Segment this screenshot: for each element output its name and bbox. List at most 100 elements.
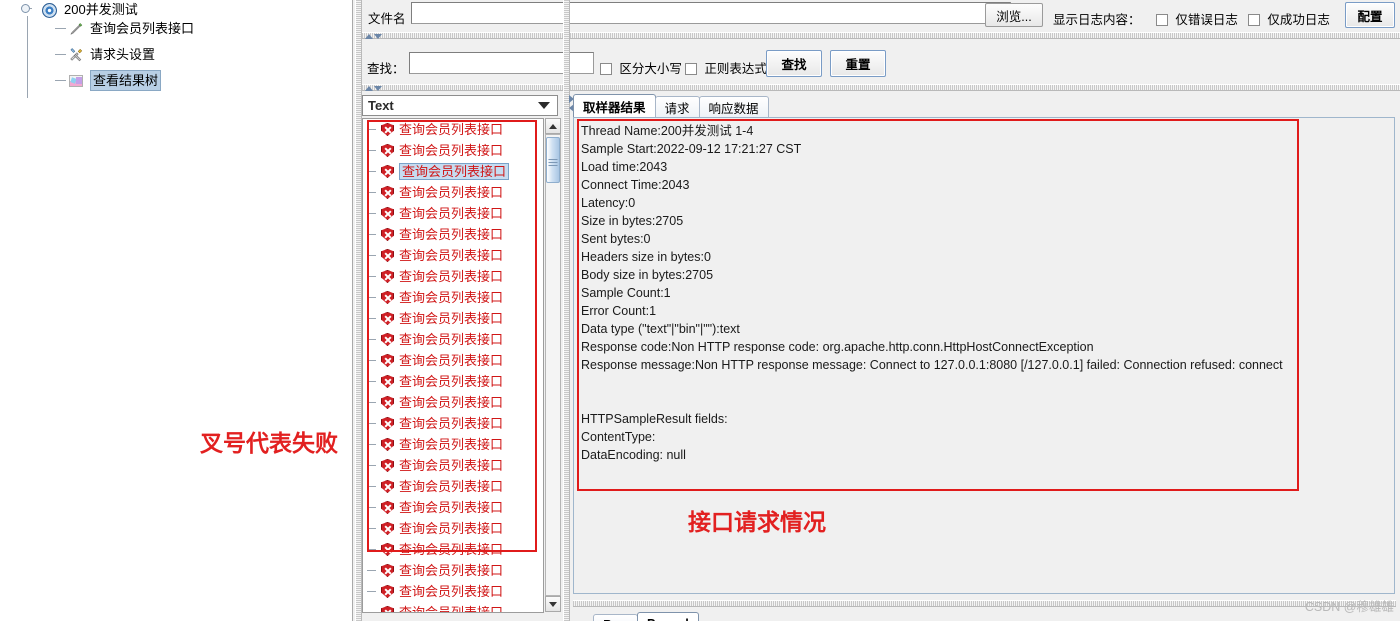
tab-1[interactable]: 请求 [654, 96, 700, 117]
result-list-item[interactable]: 查询会员列表接口 [363, 161, 543, 182]
checkbox-box[interactable] [685, 63, 697, 75]
sampler-result-line: Connect Time:2043 [581, 178, 690, 192]
bottom-tab-1[interactable]: Parsed [637, 612, 699, 621]
result-list-item[interactable]: 查询会员列表接口 [363, 539, 543, 560]
app-window: 200并发测试 查询会员列表接口 请求头设置 查看结果树 文件名 浏览... 显… [0, 0, 1400, 621]
tab-2[interactable]: 响应数据 [698, 96, 769, 117]
find-button[interactable]: 查找 [766, 50, 822, 77]
tree-guide-line [27, 16, 28, 98]
splitter-collapse-arrows[interactable] [365, 33, 383, 41]
result-list-item[interactable]: 查询会员列表接口 [363, 203, 543, 224]
result-list-item[interactable]: 查询会员列表接口 [363, 434, 543, 455]
sampler-result-line: Thread Name:200并发测试 1-4 [581, 124, 754, 138]
filename-input[interactable] [411, 2, 1011, 24]
render-selector-value: Text [368, 98, 394, 113]
annotation-failure-note: 叉号代表失败 [200, 431, 338, 457]
chevron-down-icon [538, 102, 550, 109]
result-list-item[interactable]: 查询会员列表接口 [363, 329, 543, 350]
result-list-item-label: 查询会员列表接口 [399, 395, 504, 410]
result-list-item-label: 查询会员列表接口 [399, 437, 504, 452]
error-shield-icon [381, 501, 394, 514]
error-shield-icon [381, 543, 394, 556]
result-list-item[interactable]: 查询会员列表接口 [363, 119, 543, 140]
tree-node-http-sampler[interactable]: 查询会员列表接口 [68, 19, 194, 38]
sampler-result-line: Data type ("text"|"bin"|""):text [581, 322, 740, 336]
results-list[interactable]: 查询会员列表接口 查询会员列表接口 查询会员列表接口 查询会员列表接口 查询会员列表接口… [362, 118, 544, 613]
detail-tabs[interactable]: 取样器结果 请求 响应数据 [573, 94, 769, 117]
panel-splitter-vertical[interactable] [355, 0, 362, 621]
test-plan-tree[interactable]: 200并发测试 查询会员列表接口 请求头设置 查看结果树 [0, 0, 344, 621]
result-list-item[interactable]: 查询会员列表接口 [363, 413, 543, 434]
tree-node-view-results-tree[interactable]: 查看结果树 [68, 70, 162, 91]
checkbox-box[interactable] [1248, 14, 1260, 26]
result-list-item[interactable]: 查询会员列表接口 [363, 308, 543, 329]
toolbar-splitter[interactable] [362, 32, 1400, 39]
result-list-item-label: 查询会员列表接口 [399, 248, 504, 263]
sampler-result-line: DataEncoding: null [581, 448, 686, 462]
tree-node-header-manager[interactable]: 请求头设置 [68, 45, 155, 64]
case-sensitive-label: 区分大小写 [619, 62, 682, 76]
regex-checkbox[interactable]: 正则表达式 [685, 58, 767, 77]
result-list-item[interactable]: 查询会员列表接口 [363, 224, 543, 245]
result-list-item[interactable]: 查询会员列表接口 [363, 581, 543, 602]
errors-only-checkbox[interactable]: 仅错误日志 [1156, 9, 1238, 28]
result-list-item[interactable]: 查询会员列表接口 [363, 497, 543, 518]
result-list-item-label: 查询会员列表接口 [399, 332, 504, 347]
result-list-item[interactable]: 查询会员列表接口 [363, 602, 543, 612]
search-splitter[interactable] [362, 84, 1400, 91]
tree-node-label: 请求头设置 [90, 47, 156, 62]
result-list-item[interactable]: 查询会员列表接口 [363, 518, 543, 539]
bottom-splitter[interactable] [573, 600, 1396, 607]
result-list-item[interactable]: 查询会员列表接口 [363, 350, 543, 371]
result-list-item[interactable]: 查询会员列表接口 [363, 392, 543, 413]
result-list-item[interactable]: 查询会员列表接口 [363, 455, 543, 476]
results-detail-splitter[interactable] [563, 0, 570, 621]
filename-label: 文件名 [368, 12, 406, 26]
results-scroll-up-button[interactable] [545, 118, 561, 134]
bottom-tab-0[interactable]: Raw [593, 614, 639, 621]
result-list-item[interactable]: 查询会员列表接口 [363, 140, 543, 161]
success-only-checkbox[interactable]: 仅成功日志 [1248, 9, 1330, 28]
error-shield-icon [381, 228, 394, 241]
header-manager-icon [68, 47, 86, 63]
watermark: CSDN @穆雄雄 [1304, 600, 1394, 614]
result-list-item-label: 查询会员列表接口 [399, 584, 504, 599]
error-shield-icon [381, 480, 394, 493]
error-shield-icon [381, 417, 394, 430]
result-list-item-label: 查询会员列表接口 [399, 185, 504, 200]
configure-button[interactable]: 配置 [1345, 2, 1395, 28]
case-sensitive-checkbox[interactable]: 区分大小写 [600, 58, 682, 77]
result-list-item[interactable]: 查询会员列表接口 [363, 245, 543, 266]
error-shield-icon [381, 333, 394, 346]
tree-expand-toggle[interactable] [21, 4, 30, 13]
result-list-item[interactable]: 查询会员列表接口 [363, 371, 543, 392]
result-list-item[interactable]: 查询会员列表接口 [363, 182, 543, 203]
response-format-tabs[interactable]: RawParsed [593, 612, 699, 621]
test-plan-gear-icon [42, 2, 60, 18]
error-shield-icon [381, 312, 394, 325]
checkbox-box[interactable] [1156, 14, 1168, 26]
tree-node-test-plan[interactable]: 200并发测试 [42, 0, 138, 19]
sampler-result-line: Load time:2043 [581, 160, 668, 174]
result-list-item-label: 查询会员列表接口 [399, 416, 504, 431]
results-scrollbar-track[interactable] [545, 134, 561, 596]
result-list-item[interactable]: 查询会员列表接口 [363, 560, 543, 581]
log-display-label: 显示日志内容： [1053, 13, 1141, 27]
result-list-item[interactable]: 查询会员列表接口 [363, 266, 543, 287]
tree-guide-tick [55, 28, 66, 29]
tab-0[interactable]: 取样器结果 [573, 94, 656, 117]
checkbox-box[interactable] [600, 63, 612, 75]
splitter-collapse-arrows-2[interactable] [365, 85, 383, 93]
http-sampler-icon [68, 21, 86, 37]
reset-button[interactable]: 重置 [830, 50, 886, 77]
browse-button[interactable]: 浏览... [985, 3, 1043, 27]
result-list-item[interactable]: 查询会员列表接口 [363, 476, 543, 497]
errors-only-label: 仅错误日志 [1175, 13, 1238, 27]
sampler-result-line: HTTPSampleResult fields: [581, 412, 728, 426]
result-list-item[interactable]: 查询会员列表接口 [363, 287, 543, 308]
results-scrollbar-thumb[interactable] [546, 137, 560, 183]
annotation-request-note: 接口请求情况 [688, 510, 826, 536]
render-selector-combo[interactable]: Text [362, 95, 558, 116]
results-scroll-down-button[interactable] [545, 596, 561, 612]
sampler-result-line: Body size in bytes:2705 [581, 268, 714, 282]
